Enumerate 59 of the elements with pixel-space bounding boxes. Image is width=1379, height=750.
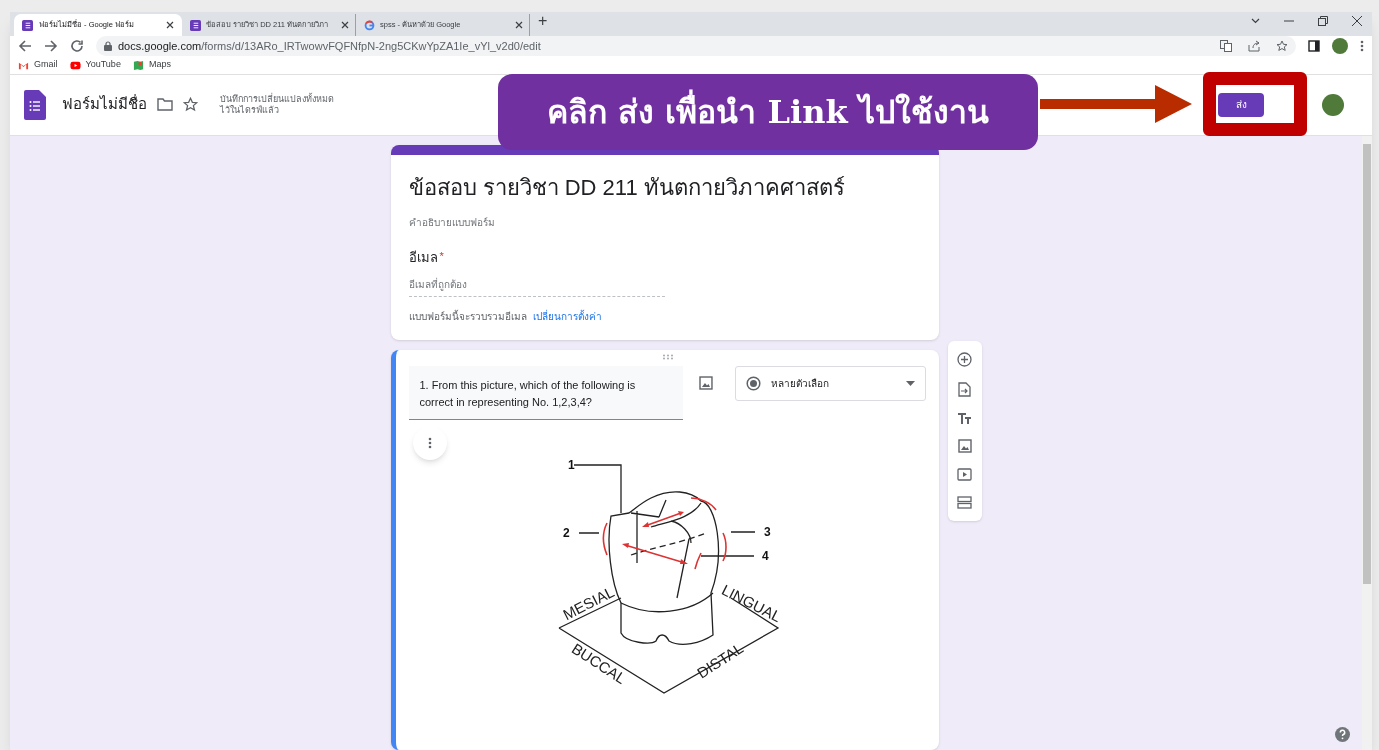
bookmark-link[interactable]: Maps [132, 58, 171, 72]
email-label: อีเมล [408, 248, 438, 267]
question-type-dropdown[interactable]: หลายตัวเลือก [734, 366, 926, 401]
forms-icon [190, 19, 201, 31]
more-icon [427, 437, 432, 449]
close-icon[interactable] [1352, 16, 1362, 26]
back-icon[interactable] [18, 39, 32, 54]
folder-icon[interactable] [157, 98, 173, 112]
video-icon[interactable] [957, 468, 972, 482]
star-icon[interactable] [1276, 40, 1288, 53]
profile-avatar[interactable] [1332, 38, 1348, 55]
close-icon[interactable] [341, 21, 349, 29]
help-icon[interactable] [1335, 727, 1350, 742]
change-settings-link[interactable]: เปลี่ยนการตั้งค่า [532, 309, 602, 324]
question-type-label: หลายตัวเลือก [770, 377, 830, 391]
form-heading[interactable]: ข้อสอบ รายวิชา DD 211 ทันตกายวิภาคศาสตร์ [408, 172, 921, 203]
email-collection-note: แบบฟอร์มนี้จะรวบรวมอีเมล [408, 309, 527, 324]
google-icon [364, 19, 375, 31]
save-status-text: ไว้ในไดรฟ์แล้ว [220, 104, 280, 116]
send-button[interactable]: ส่ง [1218, 92, 1264, 117]
image-icon[interactable] [698, 376, 713, 390]
form-description[interactable]: คำอธิบายแบบฟอร์ม [408, 214, 921, 230]
tab-search-icon[interactable] [1251, 18, 1260, 24]
lock-icon [104, 41, 112, 52]
dropdown-caret-icon [905, 381, 915, 386]
side-panel-icon[interactable] [1308, 40, 1320, 53]
menu-icon[interactable] [1360, 40, 1364, 53]
forms-icon [22, 19, 33, 31]
address-bar[interactable]: docs.google.com/forms/d/13ARo_IRTwowvFQFNfpN-2ng5CKwYpZA1Ie_vYl_v2d0/edit [96, 36, 1296, 57]
map-icon [132, 59, 144, 71]
share-icon[interactable] [1248, 40, 1260, 53]
translate-icon[interactable] [1220, 40, 1232, 53]
title-text-icon[interactable] [957, 411, 972, 425]
instruction-callout: คลิก ส่ง เพื่อนำ Link ไปใช้งาน [498, 74, 1038, 150]
bookmark-link[interactable]: YouTube [69, 58, 121, 72]
import-questions-icon[interactable] [958, 381, 971, 397]
save-status-text: บันทึกการเปลี่ยนแปลงทั้งหมด [220, 93, 334, 105]
new-tab-button[interactable]: + [538, 12, 548, 33]
form-title[interactable]: ฟอร์มไม่มีชื่อ [62, 93, 147, 116]
image-icon[interactable] [957, 439, 972, 454]
forms-logo-icon[interactable] [24, 89, 46, 120]
add-question-icon[interactable] [957, 351, 972, 367]
star-icon[interactable] [183, 97, 198, 113]
restore-icon[interactable] [1318, 16, 1328, 26]
close-icon[interactable] [515, 21, 523, 29]
close-icon[interactable] [166, 21, 174, 29]
section-icon[interactable] [957, 496, 972, 510]
email-input-field[interactable]: อีเมลที่ถูกต้อง [408, 277, 665, 297]
drag-handle-icon[interactable] [661, 354, 674, 360]
play-icon [69, 59, 81, 71]
scrollbar[interactable] [1362, 135, 1372, 750]
question-text-field[interactable]: 1. From this picture, which of the following is correct in representing No. 1,2,3,4? [408, 366, 683, 420]
bookmark-link[interactable]: Gmail [18, 58, 58, 72]
url-text: docs.google.com/forms/d/13ARo_IRTwowvFQFNfpN-2ng5CKwYpZA1Ie_vYl_v2d0/edit [118, 39, 541, 55]
radio-icon [745, 376, 761, 391]
required-mark: * [439, 248, 444, 264]
account-avatar[interactable] [1322, 93, 1344, 116]
reload-icon[interactable] [70, 39, 84, 54]
forward-icon[interactable] [44, 39, 58, 54]
